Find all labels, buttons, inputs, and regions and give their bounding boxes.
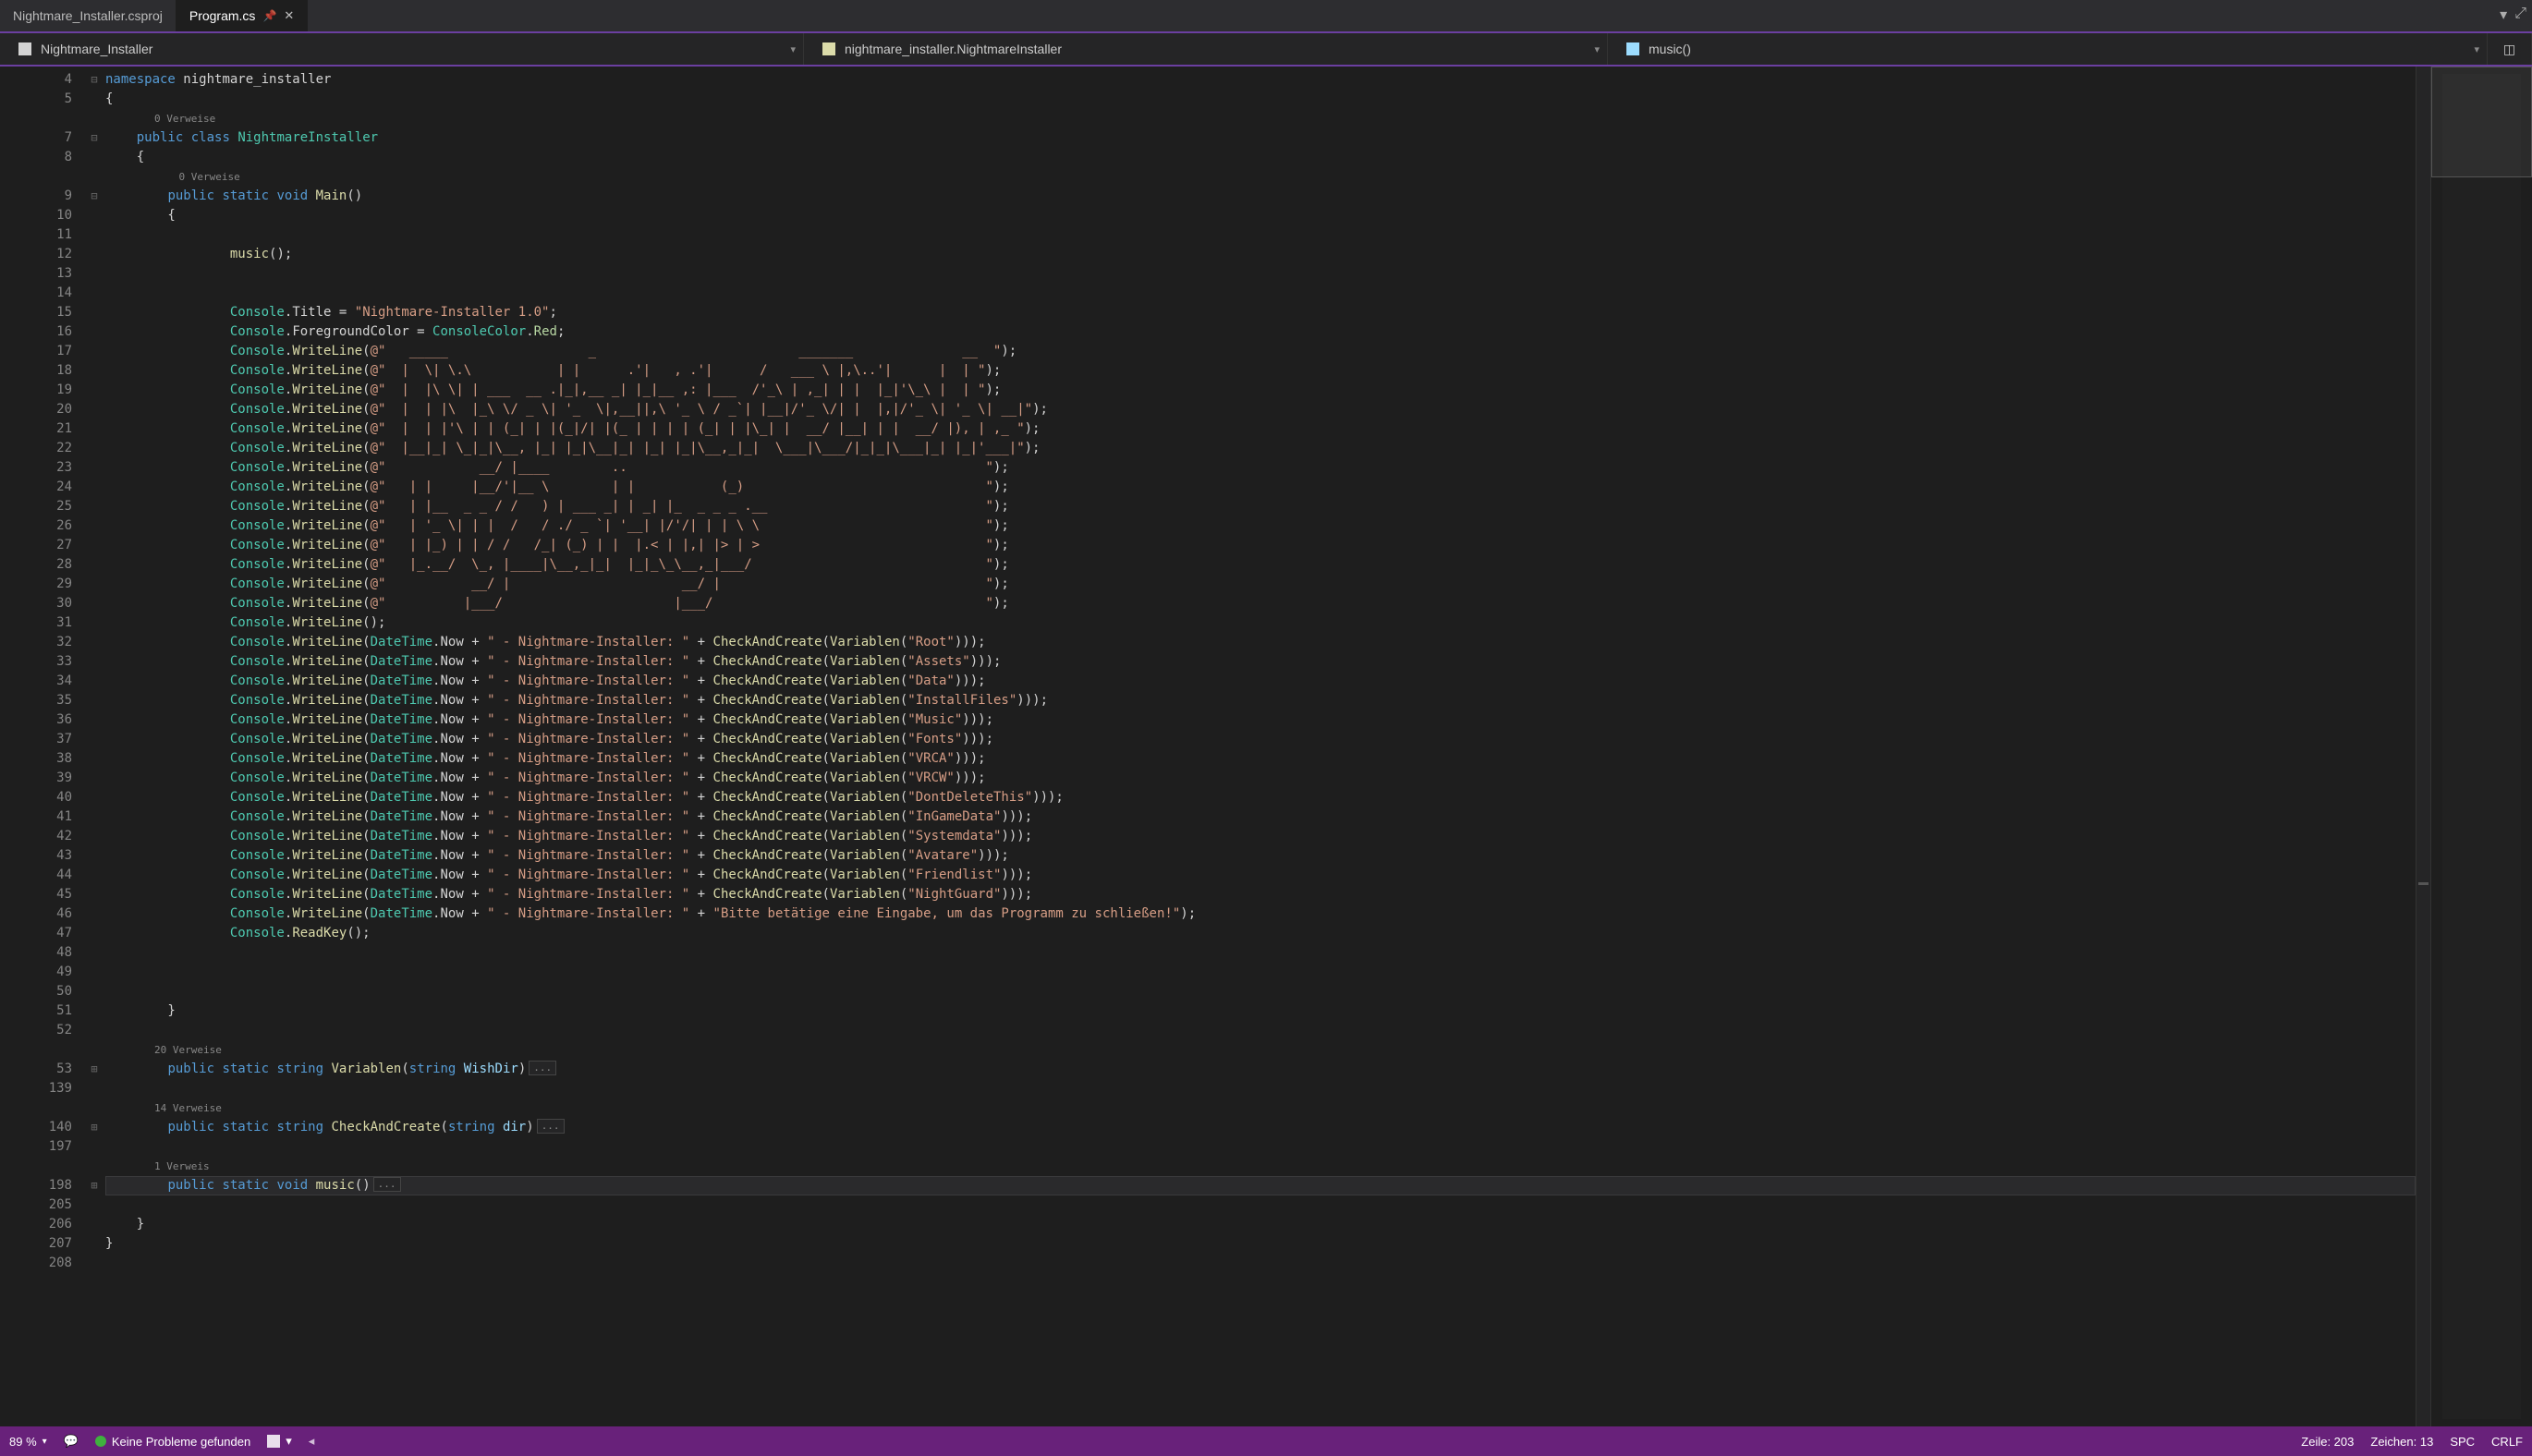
codelens[interactable]: 1 Verweis bbox=[105, 1157, 2416, 1176]
fullscreen-icon[interactable]: ⤢ bbox=[2514, 6, 2526, 24]
split-view-button[interactable]: ◫ bbox=[2488, 33, 2532, 65]
codelens[interactable]: 0 Verweise bbox=[105, 167, 2416, 187]
nav-class-label: nightmare_installer.NightmareInstaller bbox=[845, 42, 1062, 56]
codelens[interactable]: 0 Verweise bbox=[105, 109, 2416, 128]
class-icon bbox=[822, 42, 835, 55]
pin-icon[interactable]: 📌 bbox=[262, 9, 276, 22]
codelens[interactable]: 20 Verweise bbox=[105, 1040, 2416, 1060]
chevron-down-icon: ▾ bbox=[1594, 43, 1600, 55]
ok-icon bbox=[95, 1436, 106, 1447]
split-icon: ◫ bbox=[2503, 42, 2515, 57]
editor-body: 4578910111213141516171819202122232425262… bbox=[0, 67, 2532, 1426]
brush-icon bbox=[267, 1435, 280, 1448]
chevron-down-icon: ▾ bbox=[2474, 43, 2479, 55]
status-char[interactable]: Zeichen: 13 bbox=[2370, 1435, 2433, 1449]
line-numbers: 4578910111213141516171819202122232425262… bbox=[0, 67, 83, 1426]
navigation-bar: Nightmare_Installer ▾ nightmare_installe… bbox=[0, 33, 2532, 67]
minimap-viewport[interactable] bbox=[2431, 67, 2532, 177]
close-icon[interactable]: ✕ bbox=[284, 8, 294, 23]
dropdown-icon[interactable]: ▾ bbox=[2500, 6, 2507, 24]
status-eol[interactable]: CRLF bbox=[2491, 1435, 2523, 1449]
nav-class[interactable]: nightmare_installer.NightmareInstaller ▾ bbox=[804, 33, 1608, 65]
codelens[interactable]: 14 Verweise bbox=[105, 1098, 2416, 1118]
annotation-bar[interactable] bbox=[2416, 67, 2430, 1426]
code-editor[interactable]: namespace nightmare_installer{ 0 Verweis… bbox=[105, 67, 2416, 1426]
code-cleanup[interactable]: ▾ bbox=[267, 1434, 292, 1449]
status-line[interactable]: Zeile: 203 bbox=[2301, 1435, 2354, 1449]
chevron-down-icon: ▾ bbox=[790, 43, 796, 55]
tab-strip: Nightmare_Installer.csproj Program.cs 📌 … bbox=[0, 0, 2532, 33]
nav-method[interactable]: music() ▾ bbox=[1608, 33, 2488, 65]
feedback-icon[interactable]: 💬 bbox=[64, 1434, 79, 1449]
nav-back-icon[interactable]: ◂ bbox=[309, 1434, 315, 1449]
tab-program-cs[interactable]: Program.cs 📌 ✕ bbox=[177, 0, 308, 31]
tab-label: Program.cs bbox=[189, 8, 256, 23]
tab-label: Nightmare_Installer.csproj bbox=[13, 8, 163, 23]
namespace-icon bbox=[18, 42, 31, 55]
minimap[interactable] bbox=[2430, 67, 2532, 1426]
nav-method-label: music() bbox=[1649, 42, 1691, 56]
fold-column[interactable]: ⊟⊟⊟⊞⊞⊞ bbox=[83, 67, 105, 1426]
nav-namespace[interactable]: Nightmare_Installer ▾ bbox=[0, 33, 804, 65]
status-bar: 89 % ▾ 💬 Keine Probleme gefunden ▾ ◂ Zei… bbox=[0, 1426, 2532, 1456]
error-list[interactable]: Keine Probleme gefunden bbox=[95, 1435, 250, 1449]
nav-namespace-label: Nightmare_Installer bbox=[41, 42, 152, 56]
method-icon bbox=[1626, 42, 1639, 55]
status-ins[interactable]: SPC bbox=[2450, 1435, 2475, 1449]
zoom-level[interactable]: 89 % ▾ bbox=[9, 1435, 47, 1449]
tab-csproj[interactable]: Nightmare_Installer.csproj bbox=[0, 0, 177, 31]
